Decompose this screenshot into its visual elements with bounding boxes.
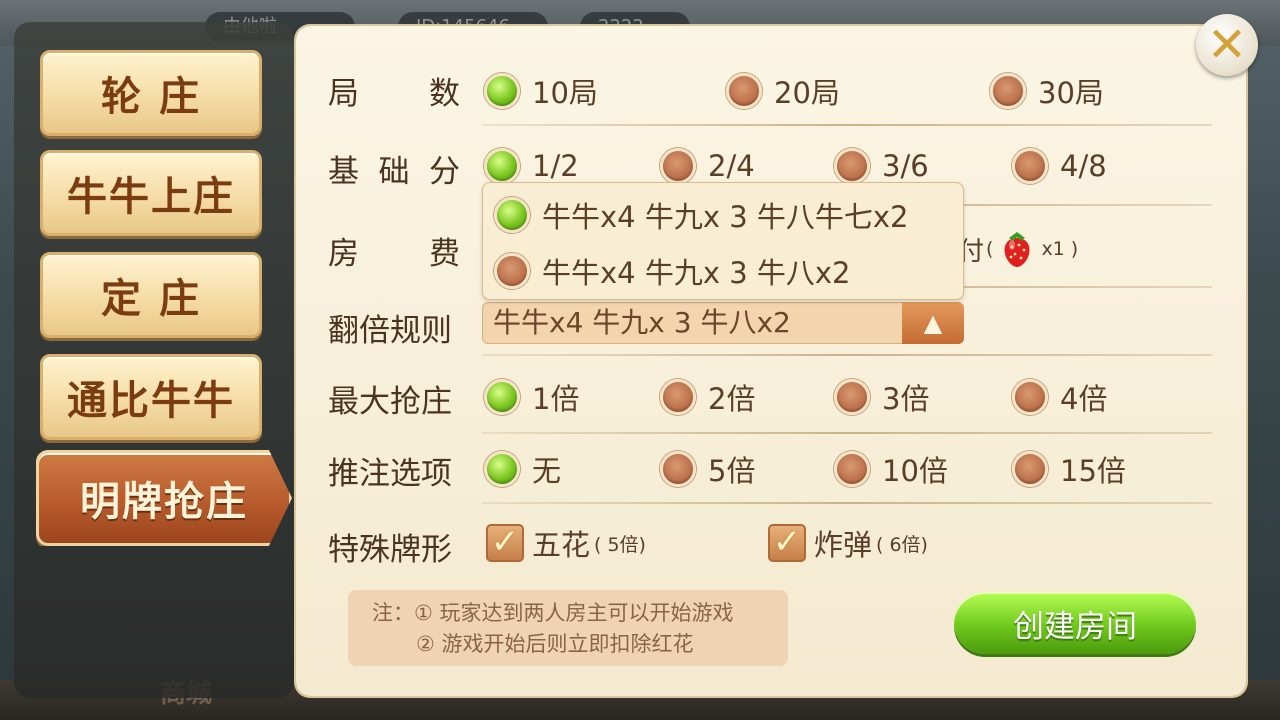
bet-option-15[interactable]: 15倍 <box>1012 448 1126 490</box>
tab-niuniu-banker[interactable]: 牛牛上庄 <box>40 150 262 236</box>
radio-icon <box>494 253 530 289</box>
checkmark-icon: ✓ <box>486 524 524 562</box>
rounds-option-10[interactable]: 10局 <box>484 70 598 112</box>
radio-icon <box>834 148 870 184</box>
radio-icon <box>660 379 696 415</box>
note-line-1: 注：① 玩家达到两人房主可以开始游戏 <box>372 601 734 625</box>
radio-icon <box>726 73 762 109</box>
rounds-label: 局 数 <box>328 76 460 112</box>
checkmark-icon: ✓ <box>768 524 806 562</box>
fee-paren-close: ) <box>1070 238 1079 260</box>
fee-amount: x1 <box>1041 238 1065 260</box>
bet-option-5[interactable]: 5倍 <box>660 448 755 490</box>
max-grab-label: 最大抢庄 <box>328 384 452 420</box>
radio-icon <box>660 451 696 487</box>
radio-icon <box>834 379 870 415</box>
max-grab-option-2[interactable]: 2倍 <box>660 376 755 418</box>
radio-selected-icon <box>494 197 530 233</box>
bet-option-none[interactable]: 无 <box>484 448 561 490</box>
tab-fixed-banker[interactable]: 定 庄 <box>40 252 262 338</box>
double-rule-select[interactable]: 牛牛x4 牛九x 3 牛八x2 ▲ <box>482 302 964 344</box>
tab-tongbi-niuniu[interactable]: 通比牛牛 <box>40 354 262 440</box>
double-rule-option-2[interactable]: 牛牛x4 牛九x 3 牛八x2 <box>494 250 851 292</box>
radio-icon <box>1012 148 1048 184</box>
triangle-up-icon: ▲ <box>923 309 943 337</box>
double-rule-label: 翻倍规则 <box>328 313 452 349</box>
divider <box>482 354 1212 356</box>
tab-label: 明牌抢庄 <box>80 479 248 525</box>
radio-selected-icon <box>484 379 520 415</box>
divider <box>482 124 1212 126</box>
max-grab-option-1[interactable]: 1倍 <box>484 376 579 418</box>
dropdown-toggle-button[interactable]: ▲ <box>902 302 964 344</box>
radio-icon <box>660 148 696 184</box>
radio-icon <box>990 73 1026 109</box>
max-grab-option-3[interactable]: 3倍 <box>834 376 929 418</box>
radio-selected-icon <box>484 451 520 487</box>
max-grab-option-4[interactable]: 4倍 <box>1012 376 1107 418</box>
strawberry-icon <box>1001 230 1033 268</box>
bet-option-label: 推注选项 <box>328 456 452 492</box>
radio-selected-icon <box>484 148 520 184</box>
bet-option-10[interactable]: 10倍 <box>834 448 948 490</box>
base-score-option-2[interactable]: 2/4 <box>660 148 755 184</box>
radio-icon <box>1012 451 1048 487</box>
note-line-2: ② 游戏开始后则立即扣除红花 <box>416 632 694 656</box>
divider <box>482 502 1212 504</box>
close-icon: ✕ <box>1206 17 1248 73</box>
tab-label: 通比牛牛 <box>67 378 235 424</box>
base-score-label: 基 础 分 <box>328 154 460 190</box>
close-button[interactable]: ✕ <box>1196 14 1258 76</box>
room-fee-label: 房 费 <box>328 236 460 272</box>
base-score-option-4[interactable]: 4/8 <box>1012 148 1107 184</box>
room-fee-option[interactable]: 付 ( x1 ) <box>958 230 1078 268</box>
fee-paren-open: ( <box>986 238 994 260</box>
create-room-button[interactable]: 创建房间 <box>954 592 1196 654</box>
tab-label: 定 庄 <box>101 276 201 322</box>
tab-open-card-grab[interactable]: 明牌抢庄 <box>36 450 292 546</box>
double-rule-option-1[interactable]: 牛牛x4 牛九x 3 牛八牛七x2 <box>494 194 909 236</box>
divider <box>482 432 1212 434</box>
base-score-option-1[interactable]: 1/2 <box>484 148 579 184</box>
tab-rotate-banker[interactable]: 轮 庄 <box>40 50 262 136</box>
rules-note: 注：① 玩家达到两人房主可以开始游戏 ② 游戏开始后则立即扣除红花 <box>348 590 788 666</box>
special-bomb-checkbox[interactable]: ✓ 炸弹 ( 6倍) <box>768 522 928 564</box>
double-rule-value: 牛牛x4 牛九x 3 牛八x2 <box>493 306 791 339</box>
radio-icon <box>1012 379 1048 415</box>
create-room-label: 创建房间 <box>1013 608 1137 645</box>
base-score-option-3[interactable]: 3/6 <box>834 148 929 184</box>
tab-label: 轮 庄 <box>101 74 201 120</box>
radio-selected-icon <box>484 73 520 109</box>
rounds-option-30[interactable]: 30局 <box>990 70 1104 112</box>
rounds-option-20[interactable]: 20局 <box>726 70 840 112</box>
special-hand-label: 特殊牌形 <box>328 532 452 568</box>
tab-label: 牛牛上庄 <box>67 174 235 220</box>
radio-icon <box>834 451 870 487</box>
special-wuhua-checkbox[interactable]: ✓ 五花 ( 5倍) <box>486 522 646 564</box>
